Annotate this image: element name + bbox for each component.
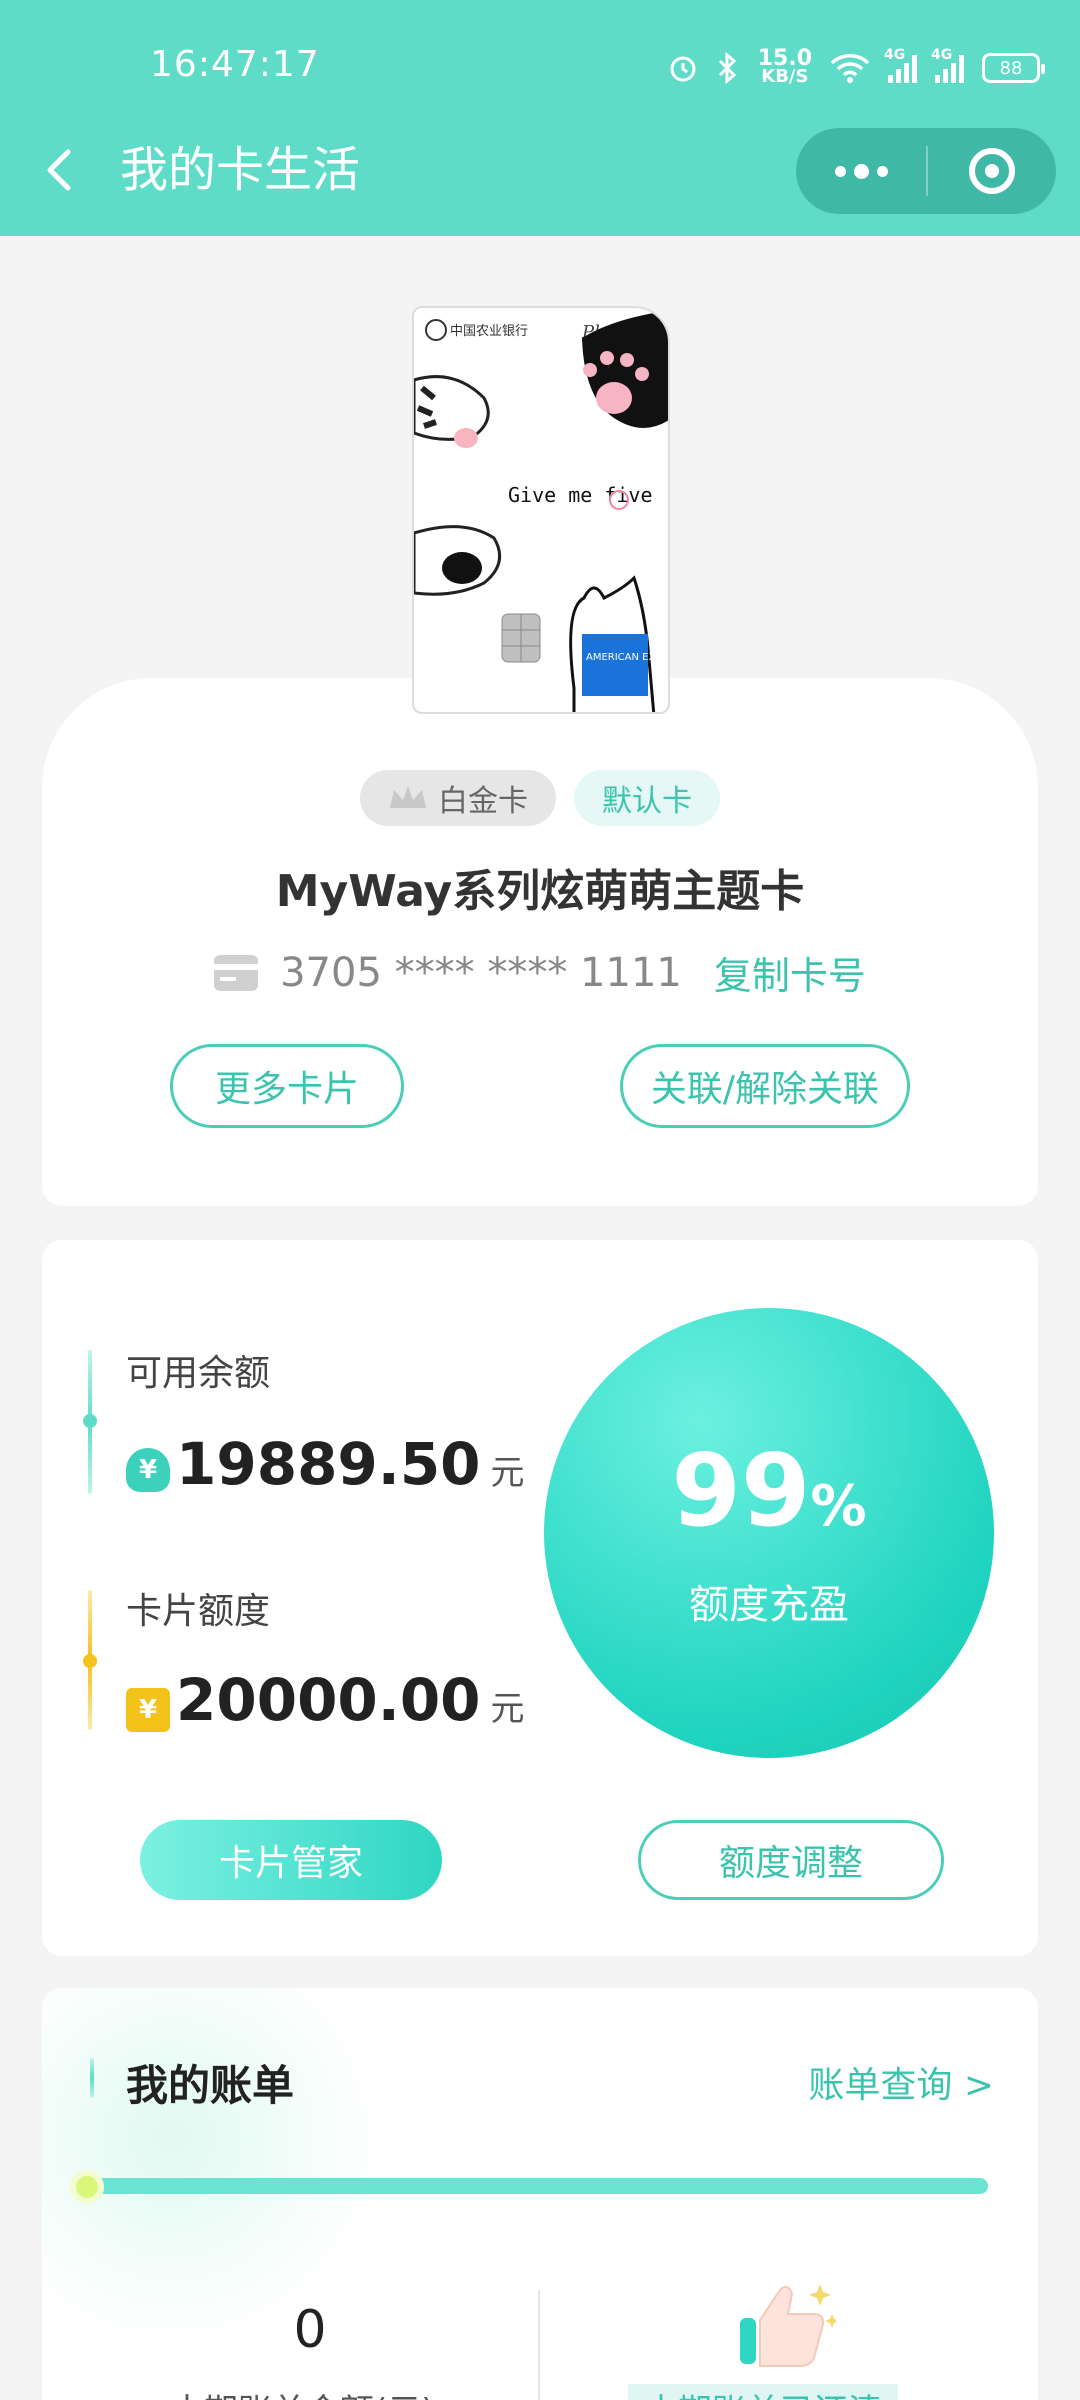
page-title: 我的卡生活 — [120, 142, 361, 198]
battery-icon: 88 — [982, 53, 1045, 83]
card-slogan: Give me five — [508, 483, 653, 507]
card-limit-value: 20000.00 — [176, 1666, 481, 1734]
card-manager-button[interactable]: 卡片管家 — [140, 1820, 442, 1900]
available-percent: 99% — [671, 1436, 866, 1562]
card-limit-label: 卡片额度 — [126, 1591, 271, 1632]
bill-amount: 0 — [293, 2300, 327, 2360]
platinum-badge-label: 白金卡 — [438, 784, 528, 819]
bill-progress-track — [88, 2178, 988, 2194]
card-number-row: 3705 **** **** 1111 复制卡号 — [0, 945, 1080, 1000]
credit-usage-circle: 99% 额度充盈 — [544, 1308, 994, 1758]
cash-symbol: ¥ — [138, 1695, 158, 1725]
limit-indicator-dot — [83, 1654, 97, 1668]
card-info-panel — [42, 678, 1038, 1206]
bill-progress-knob — [70, 2170, 104, 2204]
cash-icon: ¥ — [126, 1688, 170, 1732]
card-number: 3705 **** **** 1111 — [280, 949, 682, 996]
bill-panel-glow — [42, 1988, 382, 2348]
network-speed-unit: KB/S — [761, 66, 809, 87]
available-indicator-dot — [83, 1414, 97, 1428]
platinum-badge: 白金卡 — [360, 770, 556, 826]
bill-title-indicator — [90, 2058, 94, 2098]
money-bag-symbol: ¥ — [138, 1455, 158, 1485]
wifi-icon — [830, 54, 870, 83]
card-artwork: 中国农业银行 Platinum Give me five AMERICAN EX… — [414, 310, 670, 712]
status-time: 16:47:17 — [150, 44, 320, 85]
available-balance-value: 19889.50 — [176, 1430, 481, 1498]
crown-icon — [390, 786, 426, 808]
signal-icon: 4G — [884, 47, 917, 83]
link-unlink-button[interactable]: 关联/解除关联 — [620, 1044, 910, 1128]
card-limit: 20000.00 元 — [176, 1666, 525, 1734]
bill-amount-label: 本期账单金额(元) — [170, 2384, 435, 2400]
money-bag-icon: ¥ — [126, 1448, 170, 1492]
copy-card-number-link[interactable]: 复制卡号 — [714, 945, 866, 1000]
credit-card-image[interactable]: 中国农业银行 Platinum Give me five AMERICAN EX… — [412, 306, 670, 714]
more-cards-button[interactable]: 更多卡片 — [170, 1044, 404, 1128]
mini-program-capsule — [796, 128, 1056, 214]
status-bar: 16:47:17 15.0 KB/S 4G 4G 88 — [0, 0, 1080, 130]
available-balance-unit: 元 — [490, 1453, 525, 1493]
card-badges: 白金卡 默认卡 — [0, 770, 1080, 826]
card-bank-name: 中国农业银行 — [450, 324, 528, 339]
target-icon — [969, 148, 1015, 194]
card-icon — [214, 954, 259, 991]
card-name: MyWay系列炫萌萌主题卡 — [275, 866, 805, 917]
back-arrow-icon[interactable] — [38, 140, 78, 200]
bill-section-title: 我的账单 — [126, 2061, 295, 2110]
default-card-badge: 默认卡 — [574, 770, 720, 826]
percent-sign: % — [810, 1474, 867, 1539]
bluetooth-icon — [718, 52, 736, 84]
alarm-icon — [670, 56, 696, 82]
card-limit-unit: 元 — [490, 1689, 525, 1729]
available-percent-value: 99 — [671, 1432, 811, 1549]
status-icons: 15.0 KB/S 4G 4G 88 — [668, 46, 1045, 90]
more-menu-button[interactable] — [796, 128, 926, 214]
signal-icon-2: 4G — [931, 47, 964, 83]
network-speed: 15.0 KB/S — [758, 48, 812, 87]
card-network-logo: AMERICAN EXPRESS — [586, 652, 670, 663]
available-balance-label: 可用余额 — [126, 1353, 271, 1394]
thumbs-up-icon — [740, 2284, 836, 2367]
credit-status-text: 额度充盈 — [689, 1582, 849, 1628]
available-balance: 19889.50 元 — [176, 1430, 525, 1498]
signal-label: 4G — [884, 47, 906, 63]
app-header: 16:47:17 15.0 KB/S 4G 4G 88 我的卡生活 — [0, 0, 1080, 236]
battery-level: 88 — [999, 57, 1023, 79]
signal-label-2: 4G — [931, 47, 953, 63]
default-card-badge-label: 默认卡 — [602, 784, 692, 819]
bill-divider — [538, 2290, 540, 2400]
bill-paid-status: 本期账单已还清 — [628, 2384, 898, 2400]
bill-query-link[interactable]: 账单查询 > — [808, 2056, 994, 2108]
limit-adjust-button[interactable]: 额度调整 — [638, 1820, 944, 1900]
close-target-button[interactable] — [928, 128, 1056, 214]
